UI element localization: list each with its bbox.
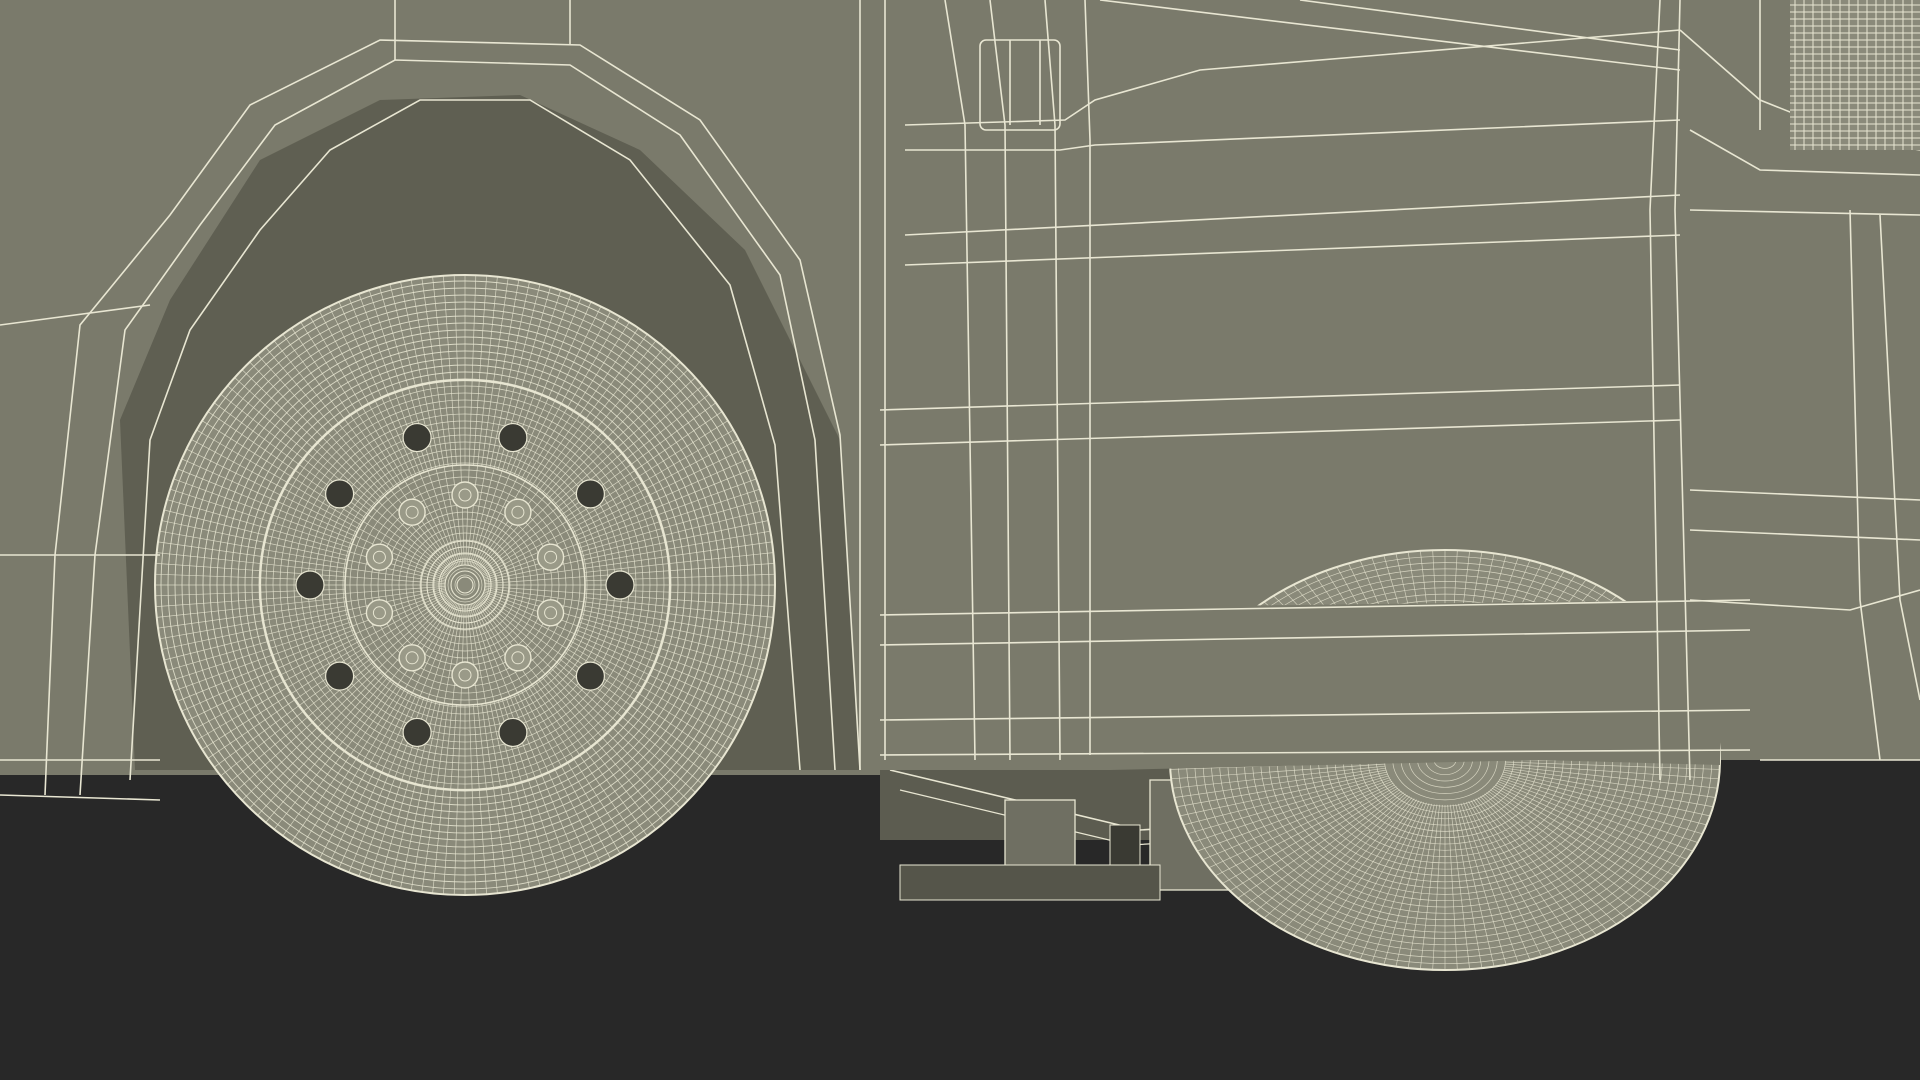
front-wheel	[154, 274, 776, 896]
corner-light-block	[1790, 0, 1920, 150]
side-panel-lower	[860, 600, 1720, 770]
wireframe-render	[0, 0, 1920, 1080]
wireframe-scene	[0, 0, 1920, 1080]
